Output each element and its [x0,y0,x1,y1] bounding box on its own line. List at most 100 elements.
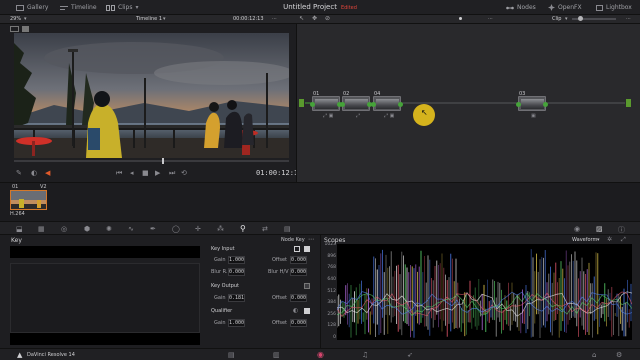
node-03[interactable]: 03 ▣ [516,91,548,119]
node-input-connector[interactable] [310,102,315,107]
qualifier-invert-icon[interactable]: ◐ [293,307,298,314]
viewer-image[interactable] [14,33,289,158]
node-output-connector[interactable] [543,102,548,107]
node-input-connector[interactable] [340,102,345,107]
fairlight-page-icon[interactable]: ♫ [362,351,368,359]
scope-settings-icon[interactable]: ✲ [607,236,612,243]
viewer-options-icon[interactable]: ⋯ [272,16,277,22]
timeline-dropdown-icon[interactable]: ▾ [163,16,166,22]
scopes-toggle-icon[interactable]: ▨ [596,225,603,233]
pointer-tool-icon[interactable]: ↖ [299,15,304,22]
output-marker[interactable] [626,99,631,107]
openfx-button[interactable]: OpenFX [548,2,582,13]
step-back-icon[interactable]: ◂ [130,169,134,177]
key-input-blur-r-field[interactable]: 0.000 [228,268,245,276]
loop-icon[interactable]: ⟲ [181,169,187,177]
key-input-invert-icon[interactable] [294,246,300,252]
color-match-icon[interactable]: ▦ [38,225,45,233]
blur-icon[interactable]: ⁂ [217,225,224,233]
expand-icon[interactable]: ⤢ [621,236,626,244]
scrubber-playhead[interactable] [162,158,164,164]
color-page-icon[interactable]: ◉ [317,350,324,359]
scope-mode[interactable]: Waveform [572,237,597,243]
timeline-button[interactable]: Timeline [60,2,97,13]
nodes-button[interactable]: Nodes [506,2,536,13]
sizing-icon[interactable]: ⇄ [262,225,268,233]
color-picker-icon[interactable]: ✎ [16,169,22,177]
nodes-icon [506,5,514,11]
audio-icon[interactable]: ◀ [45,169,50,177]
scope-scale-label: 896 [327,254,336,259]
qualifier-offset-label: Offset [272,320,288,326]
home-icon[interactable]: ⌂ [592,351,596,359]
zoom-level[interactable]: 29% [10,16,21,22]
node-input-connector[interactable] [371,102,376,107]
media-page-icon[interactable]: ▤ [228,351,235,359]
qualifier-mask-icon[interactable] [304,308,310,314]
window-icon[interactable]: ◯ [172,225,180,233]
color-wheels-icon[interactable]: ◎ [61,225,67,233]
app-name: DaVinci Resolve 14 [27,352,75,358]
edit-page-icon[interactable]: ▥ [273,351,280,359]
qualifier-gain-field[interactable]: 1.000 [228,319,245,327]
key-input-offset-field[interactable]: 0.000 [290,256,307,264]
key-options-icon[interactable]: ⋯ [308,236,314,243]
clip-thumbnail[interactable] [10,190,47,210]
go-to-end-icon[interactable]: ⏭ [169,169,175,178]
key-output-preview [10,333,200,345]
clips-button[interactable]: Clips ▾ [106,2,138,13]
key-output-offset-field[interactable]: 0.000 [290,294,307,302]
key-output-offset-label: Offset [272,295,288,301]
key-input-mask-icon[interactable] [304,246,310,252]
key-graph-area [10,263,200,333]
source-input-marker[interactable] [299,99,304,107]
node-01[interactable]: 01 ⤢ ▣ [310,91,342,119]
go-to-start-icon[interactable]: ⏮ [116,169,122,178]
node-zoom-handle[interactable] [578,16,583,21]
3d-icon[interactable]: ▤ [284,225,291,233]
top-navigation-bar: Gallery Timeline Clips ▾ Untitled Projec… [0,0,640,15]
tracker-icon[interactable]: ✛ [195,225,201,233]
settings-gear-icon[interactable]: ⚙ [616,351,622,359]
play-icon[interactable]: ▶ [155,169,160,177]
viewer-scrubber[interactable] [14,158,289,164]
key-output-invert-icon[interactable] [304,283,310,289]
node-02[interactable]: 02 ⤢ [340,91,372,119]
scope-scale-label: 512 [327,289,336,294]
node-04[interactable]: 04 ⤢ ▣ [371,91,403,119]
qualifier-offset-field[interactable]: 0.000 [290,319,307,327]
more-options-icon[interactable]: ⋯ [626,16,631,22]
motion-effects-icon[interactable]: ✺ [106,225,112,233]
stop-icon[interactable]: ■ [142,169,149,177]
deliver-page-icon[interactable]: ➶ [407,351,413,359]
node-options-icon[interactable]: ⋯ [488,16,493,22]
camera-raw-icon[interactable]: ⬓ [16,225,23,233]
viewer-layout-icon[interactable] [10,26,19,32]
node-mode[interactable]: Clip [552,16,561,22]
key-output-gain-field[interactable]: 0.181 [228,294,245,302]
node-output-connector[interactable] [398,102,403,107]
timeline-name[interactable]: Timeline 1 [136,16,162,22]
key-icon[interactable]: ⚲ [240,224,246,233]
rgb-mixer-icon[interactable]: ⬢ [84,225,90,233]
node-key-label: Node Key [281,237,305,243]
node-editor[interactable]: 01 ⤢ ▣ 02 ⤢ 04 ⤢ ▣ 03 ▣ ↖ [296,24,640,182]
node-input-connector[interactable] [516,102,521,107]
node-playhead-dot [459,17,462,20]
highlight-icon[interactable]: ◐ [31,169,37,177]
info-icon[interactable]: ⓘ [618,225,625,235]
scope-mode-dropdown-icon[interactable]: ▾ [597,237,600,243]
chevron-down-icon[interactable]: ▾ [24,16,27,22]
gallery-button[interactable]: Gallery [16,2,48,13]
timeline-label: Timeline [71,4,97,11]
hand-tool-icon[interactable]: ✥ [312,15,317,22]
curves-icon[interactable]: ∿ [128,225,134,233]
bypass-icon[interactable]: ⊘ [325,15,330,22]
qualifier-icon[interactable]: ✒ [150,225,156,233]
lightbox-button[interactable]: Lightbox [596,2,632,13]
wipe-icon[interactable] [22,26,29,32]
key-input-gain-field[interactable]: 1.000 [228,256,245,264]
key-input-blur-hv-field[interactable]: 0.000 [290,268,307,276]
visibility-icon[interactable]: ◉ [574,225,580,233]
node-mode-dropdown-icon[interactable]: ▾ [565,16,568,22]
